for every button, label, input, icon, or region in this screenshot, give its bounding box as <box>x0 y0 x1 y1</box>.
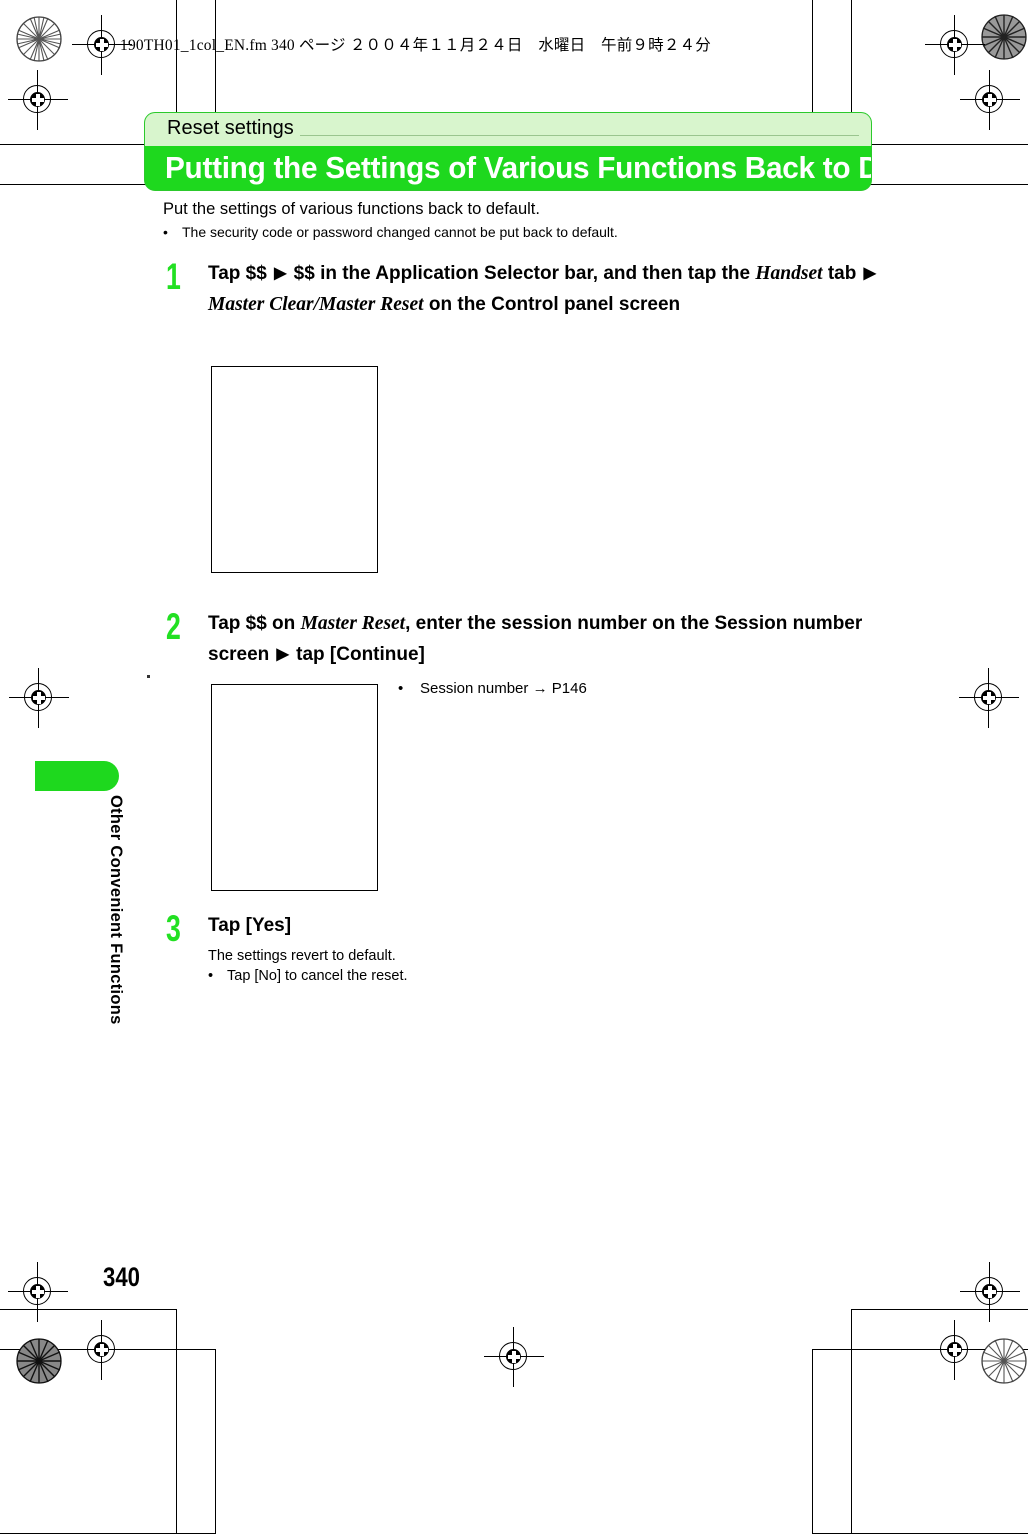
starburst-mark-top-left <box>16 16 62 62</box>
section-title-banner: Reset settings Putting the Settings of V… <box>144 112 872 191</box>
page-title: Putting the Settings of Various Function… <box>165 150 871 185</box>
step-1-line1-b: $$ in the Application Selector bar, and … <box>288 263 751 284</box>
step-1-line2-d: on the Control panel <box>423 294 614 315</box>
starburst-icon <box>16 1338 62 1384</box>
bullet-icon: • <box>163 224 168 240</box>
arrow-right-line-icon: → <box>532 680 548 697</box>
print-speck <box>147 675 150 678</box>
starburst-icon <box>16 16 62 62</box>
starburst-mark-bottom-right <box>981 1338 1027 1384</box>
step-2-line1-b: , enter the session number on the Sessio… <box>405 613 788 634</box>
step-1-line3: screen <box>618 294 681 315</box>
bullet-icon: • <box>398 680 404 697</box>
step-1-line1-a: Tap $$ <box>208 263 273 284</box>
chapter-tab-marker <box>35 761 119 791</box>
starburst-icon <box>981 1338 1027 1384</box>
arrow-right-icon: ▶ <box>863 265 876 282</box>
step-2-line1-a: Tap $$ on <box>208 613 301 634</box>
step-1-body: Tap $$ ▶ $$ in the Application Selector … <box>208 258 880 320</box>
step-number-1: 1 <box>166 256 181 297</box>
registration-cross-top-right-a <box>925 15 985 75</box>
bullet-icon: • <box>208 968 214 984</box>
starburst-icon <box>981 14 1027 60</box>
session-note-label: Session number <box>420 680 529 697</box>
starburst-mark-bottom-left <box>16 1338 62 1384</box>
page-number: 340 <box>103 1262 140 1292</box>
registration-cross-top-right-b <box>960 70 1020 130</box>
step-2-line2-b: tap [Continue] <box>290 644 425 665</box>
screenshot-placeholder-step-1 <box>211 366 378 573</box>
registration-cross-bottom-right-a <box>960 1262 1020 1322</box>
step-2-body: Tap $$ on Master Reset, enter the sessio… <box>208 608 888 670</box>
registration-cross-bottom-left-b <box>72 1320 132 1380</box>
registration-cross-top-left-b <box>8 70 68 130</box>
arrow-right-icon: ▶ <box>276 646 289 663</box>
session-note-page-ref[interactable]: P146 <box>552 680 587 697</box>
intro-note-text: The security code or password changed ca… <box>182 224 618 240</box>
step-3-detail: The settings revert to default. <box>208 948 396 964</box>
registration-cross-bottom-center <box>484 1327 544 1387</box>
section-eyebrow-strip: Reset settings <box>145 113 871 146</box>
intro-note: • The security code or password changed c… <box>163 224 618 240</box>
session-number-reference: • Session number → P146 <box>398 680 587 697</box>
intro-lead: Put the settings of various functions ba… <box>163 200 540 218</box>
step-number-2: 2 <box>166 606 181 647</box>
step-2-master-reset-label: Master Reset <box>300 613 406 634</box>
arrow-right-icon: ▶ <box>274 265 287 282</box>
step-number-3: 3 <box>166 908 181 949</box>
screenshot-placeholder-step-2 <box>211 684 378 891</box>
chapter-tab-label: Other Convenient Functions <box>107 795 125 1025</box>
step-1-handset-label: Handset <box>755 263 823 284</box>
section-eyebrow-label: Reset settings <box>167 117 300 140</box>
registration-cross-mid-left <box>9 668 69 728</box>
registration-cross-bottom-right-b <box>925 1320 985 1380</box>
registration-cross-mid-right <box>959 668 1019 728</box>
step-3-note: • Tap [No] to cancel the reset. <box>208 968 408 984</box>
step-3-heading: Tap [Yes] <box>208 915 292 936</box>
step-1-line2-b: tab <box>822 263 862 284</box>
step-1-master-clear-label: Master Clear/Master Reset <box>208 294 424 315</box>
starburst-mark-top-right <box>981 14 1027 60</box>
file-header: 190TH01_1col_EN.fm 340 ページ ２００４年１１月２４日 水… <box>120 37 711 54</box>
registration-cross-bottom-left-a <box>8 1262 68 1322</box>
step-3-note-text: Tap [No] to cancel the reset. <box>227 968 408 984</box>
